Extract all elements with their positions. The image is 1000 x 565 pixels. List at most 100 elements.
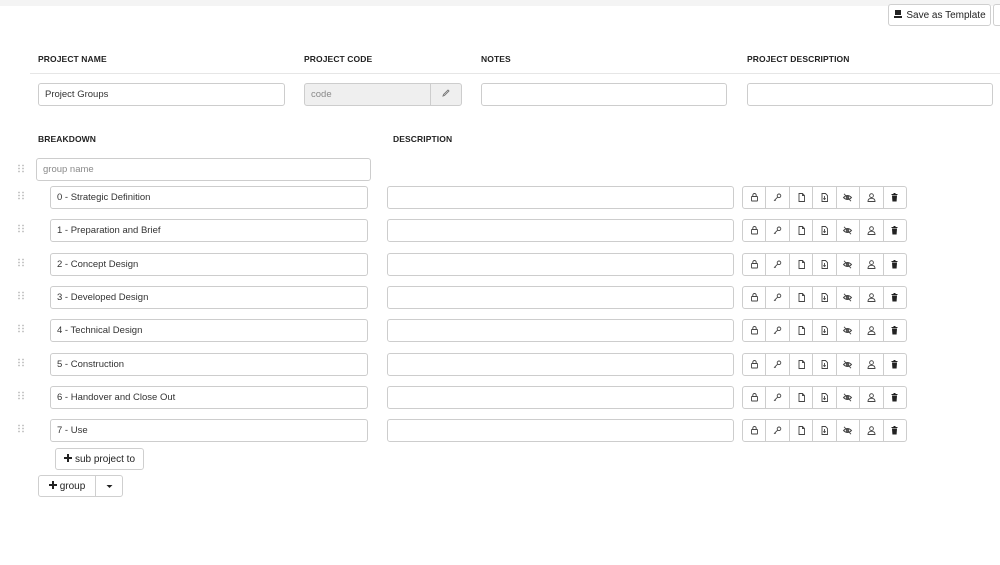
lock-button[interactable] <box>743 420 767 441</box>
lock-button[interactable] <box>743 254 767 275</box>
key-button[interactable] <box>766 220 790 241</box>
lock-button[interactable] <box>743 320 767 341</box>
document-download-button[interactable] <box>813 320 837 341</box>
notes-input[interactable] <box>481 83 727 106</box>
header-notes: NOTES <box>481 54 511 64</box>
stage-description-input[interactable] <box>387 419 734 442</box>
save-as-template-button[interactable]: Save as Template <box>888 4 991 26</box>
user-icon <box>866 325 877 336</box>
edit-code-button[interactable] <box>430 84 461 105</box>
stage-description-input[interactable] <box>387 353 734 376</box>
top-strip <box>0 0 1000 6</box>
trash-button[interactable] <box>884 220 906 241</box>
drag-handle-icon[interactable] <box>17 224 25 233</box>
stage-description-input[interactable] <box>387 219 734 242</box>
document-button[interactable] <box>790 354 814 375</box>
drag-handle-icon[interactable] <box>17 358 25 367</box>
key-button[interactable] <box>766 287 790 308</box>
add-sub-project-button[interactable]: sub project to <box>55 448 144 470</box>
stage-name-input[interactable]: 7 - Use <box>50 419 368 442</box>
stage-name-input[interactable]: 6 - Handover and Close Out <box>50 386 368 409</box>
group-name-input[interactable]: group name <box>36 158 371 181</box>
stage-name-input[interactable]: 1 - Preparation and Brief <box>50 219 368 242</box>
document-button[interactable] <box>790 287 814 308</box>
drag-handle-icon[interactable] <box>17 191 25 200</box>
user-button[interactable] <box>860 354 884 375</box>
key-button[interactable] <box>766 254 790 275</box>
document-button[interactable] <box>790 187 814 208</box>
document-icon <box>796 425 807 436</box>
document-download-button[interactable] <box>813 220 837 241</box>
eye-off-button[interactable] <box>837 254 861 275</box>
eye-off-button[interactable] <box>837 220 861 241</box>
user-button[interactable] <box>860 320 884 341</box>
key-icon <box>772 359 783 370</box>
trash-button[interactable] <box>884 287 906 308</box>
stage-name-input[interactable]: 2 - Concept Design <box>50 253 368 276</box>
lock-button[interactable] <box>743 220 767 241</box>
document-download-button[interactable] <box>813 420 837 441</box>
trash-button[interactable] <box>884 420 906 441</box>
stage-description-input[interactable] <box>387 386 734 409</box>
document-button[interactable] <box>790 320 814 341</box>
drag-handle-icon[interactable] <box>17 324 25 333</box>
trash-button[interactable] <box>884 187 906 208</box>
eye-off-button[interactable] <box>837 187 861 208</box>
stage-name-input[interactable]: 3 - Developed Design <box>50 286 368 309</box>
eye-off-button[interactable] <box>837 387 861 408</box>
eye-off-button[interactable] <box>837 287 861 308</box>
stage-description-input[interactable] <box>387 286 734 309</box>
stage-description-input[interactable] <box>387 319 734 342</box>
document-download-button[interactable] <box>813 287 837 308</box>
trash-button[interactable] <box>884 387 906 408</box>
stage-description-input[interactable] <box>387 186 734 209</box>
user-button[interactable] <box>860 187 884 208</box>
lock-button[interactable] <box>743 187 767 208</box>
stage-description-input[interactable] <box>387 253 734 276</box>
stage-name-input[interactable]: 0 - Strategic Definition <box>50 186 368 209</box>
drag-handle-icon[interactable] <box>17 391 25 400</box>
trash-button[interactable] <box>884 254 906 275</box>
project-description-input[interactable] <box>747 83 993 106</box>
caret-down-icon <box>106 481 113 492</box>
document-download-icon <box>819 225 830 236</box>
lock-button[interactable] <box>743 387 767 408</box>
document-download-button[interactable] <box>813 387 837 408</box>
key-button[interactable] <box>766 420 790 441</box>
eye-off-button[interactable] <box>837 420 861 441</box>
drag-handle-icon[interactable] <box>17 164 25 173</box>
key-button[interactable] <box>766 387 790 408</box>
document-button[interactable] <box>790 254 814 275</box>
user-button[interactable] <box>860 287 884 308</box>
trash-button[interactable] <box>884 354 906 375</box>
key-button[interactable] <box>766 320 790 341</box>
project-code-input[interactable]: code <box>304 83 462 106</box>
drag-handle-icon[interactable] <box>17 258 25 267</box>
key-button[interactable] <box>766 354 790 375</box>
eye-off-button[interactable] <box>837 320 861 341</box>
user-button[interactable] <box>860 254 884 275</box>
eye-off-button[interactable] <box>837 354 861 375</box>
user-button[interactable] <box>860 220 884 241</box>
user-button[interactable] <box>860 420 884 441</box>
drag-handle-icon[interactable] <box>17 424 25 433</box>
document-download-button[interactable] <box>813 254 837 275</box>
stage-name-input[interactable]: 5 - Construction <box>50 353 368 376</box>
document-button[interactable] <box>790 387 814 408</box>
group-dropdown-toggle[interactable] <box>95 475 123 497</box>
document-button[interactable] <box>790 420 814 441</box>
toolbar-extra-button[interactable] <box>993 4 1000 26</box>
lock-icon <box>749 359 760 370</box>
lock-button[interactable] <box>743 287 767 308</box>
drag-handle-icon[interactable] <box>17 291 25 300</box>
key-button[interactable] <box>766 187 790 208</box>
lock-button[interactable] <box>743 354 767 375</box>
add-group-button[interactable]: group <box>38 475 96 497</box>
user-button[interactable] <box>860 387 884 408</box>
stage-name-input[interactable]: 4 - Technical Design <box>50 319 368 342</box>
document-button[interactable] <box>790 220 814 241</box>
document-download-button[interactable] <box>813 187 837 208</box>
trash-button[interactable] <box>884 320 906 341</box>
project-name-input[interactable]: Project Groups <box>38 83 285 106</box>
document-download-button[interactable] <box>813 354 837 375</box>
